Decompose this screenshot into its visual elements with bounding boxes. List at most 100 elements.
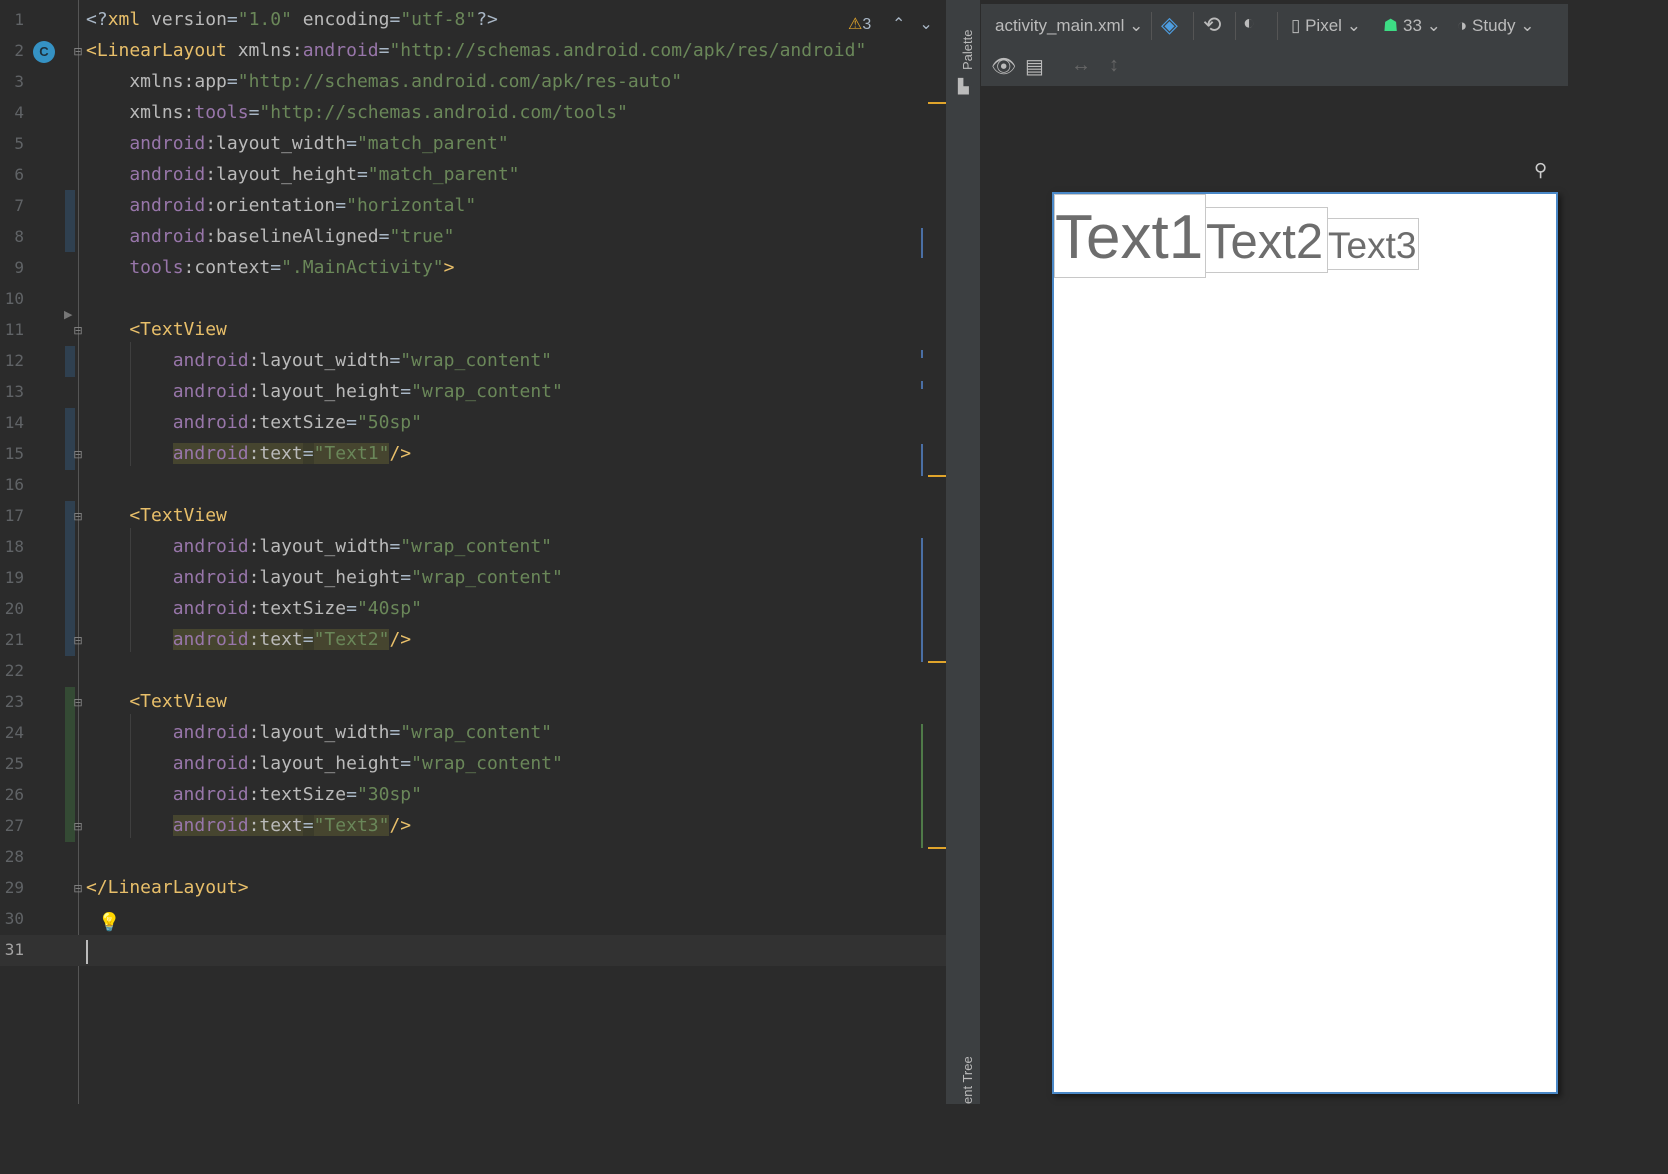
code-line[interactable]: 13 android:layout_height="wrap_content" — [0, 377, 946, 408]
lightbulb-icon[interactable]: 💡 — [98, 912, 120, 933]
line-number[interactable]: 28 — [0, 847, 24, 866]
fold-icon[interactable]: ⊟ — [72, 883, 84, 895]
fold-icon[interactable]: ⊟ — [72, 449, 84, 461]
layers-icon[interactable]: ◈ — [1161, 12, 1178, 38]
code-line[interactable]: 7 android:orientation="horizontal" — [0, 191, 946, 222]
code-line[interactable]: 31 — [0, 935, 946, 966]
line-number[interactable]: 12 — [0, 351, 24, 370]
device-selector[interactable]: ▯ Pixel ⌄ — [1291, 16, 1361, 36]
line-number[interactable]: 18 — [0, 537, 24, 556]
line-number[interactable]: 17 — [0, 506, 24, 525]
code-line[interactable]: 16 — [0, 470, 946, 501]
chevron-up-icon[interactable]: ⌃ — [892, 16, 919, 33]
device-preview[interactable]: Text1 Text2 Text3 — [1052, 192, 1558, 1094]
line-number[interactable]: 8 — [0, 227, 24, 246]
code-line[interactable]: 12 android:layout_width="wrap_content" — [0, 346, 946, 377]
code-line[interactable]: 28 — [0, 842, 946, 873]
line-number[interactable]: 29 — [0, 878, 24, 897]
change-marker[interactable] — [921, 381, 923, 389]
fold-icon[interactable]: ⊟ — [72, 821, 84, 833]
code-line[interactable]: 3 xmlns:app="http://schemas.android.com/… — [0, 67, 946, 98]
line-number[interactable]: 19 — [0, 568, 24, 587]
component-tree-tab[interactable]: ent Tree — [960, 1056, 975, 1104]
code-line[interactable]: 30 — [0, 904, 946, 935]
line-number[interactable]: 10 — [0, 289, 24, 308]
line-number[interactable]: 24 — [0, 723, 24, 742]
code-line[interactable]: 25 android:layout_height="wrap_content" — [0, 749, 946, 780]
run-arrow-icon[interactable]: ▶ — [64, 308, 72, 321]
line-number[interactable]: 7 — [0, 196, 24, 215]
code-line[interactable]: 11 <TextView — [0, 315, 946, 346]
api-level-selector[interactable]: ☗ 33 ⌄ — [1383, 16, 1441, 36]
code-line[interactable]: 18 android:layout_width="wrap_content" — [0, 532, 946, 563]
code-line[interactable]: 2 <LinearLayout xmlns:android="http://sch… — [0, 36, 946, 67]
code-line[interactable]: 19 android:layout_height="wrap_content" — [0, 563, 946, 594]
line-number[interactable]: 20 — [0, 599, 24, 618]
vcs-change-bar[interactable] — [65, 501, 75, 656]
line-number[interactable]: 31 — [0, 940, 24, 959]
textview-text3[interactable]: Text3 — [1327, 218, 1419, 270]
line-number[interactable]: 9 — [0, 258, 24, 277]
fold-icon[interactable]: ⊟ — [72, 635, 84, 647]
code-line[interactable]: 26 android:textSize="30sp" — [0, 780, 946, 811]
fold-icon[interactable]: ⊟ — [72, 46, 84, 58]
code-line[interactable]: 9 tools:context=".MainActivity"> — [0, 253, 946, 284]
code-line[interactable]: 22 — [0, 656, 946, 687]
line-number[interactable]: 26 — [0, 785, 24, 804]
vcs-change-bar[interactable] — [65, 687, 75, 842]
vcs-change-bar[interactable] — [65, 190, 75, 252]
change-marker[interactable] — [921, 228, 923, 258]
warning-marker[interactable] — [928, 661, 946, 663]
palette-icon[interactable]: ▙ — [958, 78, 969, 95]
night-mode-icon[interactable]: ◐ — [1243, 12, 1255, 35]
fold-icon[interactable]: ⊟ — [72, 697, 84, 709]
class-icon[interactable]: C — [33, 41, 55, 63]
code-line[interactable]: 20 android:textSize="40sp" — [0, 594, 946, 625]
code-line[interactable]: 8 android:baselineAligned="true" — [0, 222, 946, 253]
line-number[interactable]: 13 — [0, 382, 24, 401]
line-number[interactable]: 21 — [0, 630, 24, 649]
vertical-resize-icon[interactable]: ↕ — [1109, 54, 1119, 77]
code-line[interactable]: 15 android:text="Text1"/> — [0, 439, 946, 470]
fold-icon[interactable]: ⊟ — [72, 325, 84, 337]
line-number[interactable]: 5 — [0, 134, 24, 153]
line-number[interactable]: 15 — [0, 444, 24, 463]
warning-marker[interactable] — [928, 847, 946, 849]
code-line[interactable]: 1 <?xml version="1.0" encoding="utf-8"?> — [0, 5, 946, 36]
textview-text2[interactable]: Text2 — [1205, 207, 1328, 273]
line-number[interactable]: 30 — [0, 909, 24, 928]
code-line[interactable]: 5 android:layout_width="match_parent" — [0, 129, 946, 160]
code-line[interactable]: 4 xmlns:tools="http://schemas.android.co… — [0, 98, 946, 129]
warnings-indicator[interactable]: ⚠3 — [848, 14, 871, 34]
palette-tab[interactable]: Palette — [960, 30, 975, 70]
line-number[interactable]: 25 — [0, 754, 24, 773]
orientation-icon[interactable]: ⟲ — [1203, 12, 1221, 38]
line-number[interactable]: 3 — [0, 72, 24, 91]
fold-icon[interactable]: ⊟ — [72, 511, 84, 523]
code-line[interactable]: 6 android:layout_height="match_parent" — [0, 160, 946, 191]
file-selector[interactable]: activity_main.xml ⌄ — [995, 16, 1143, 36]
code-line[interactable]: 29 </LinearLayout> — [0, 873, 946, 904]
line-number[interactable]: 2 — [0, 41, 24, 60]
change-marker[interactable] — [921, 538, 923, 662]
line-number[interactable]: 4 — [0, 103, 24, 122]
code-line[interactable]: 24 android:layout_width="wrap_content" — [0, 718, 946, 749]
textview-text1[interactable]: Text1 — [1054, 194, 1206, 278]
warning-marker[interactable] — [928, 475, 946, 477]
line-number[interactable]: 11 — [0, 320, 24, 339]
line-number[interactable]: 14 — [0, 413, 24, 432]
line-number[interactable]: 27 — [0, 816, 24, 835]
line-number[interactable]: 22 — [0, 661, 24, 680]
code-line[interactable]: 10 — [0, 284, 946, 315]
code-line[interactable]: 23 <TextView — [0, 687, 946, 718]
code-line[interactable]: 17 <TextView — [0, 501, 946, 532]
code-line[interactable]: 21 android:text="Text2"/> — [0, 625, 946, 656]
line-number[interactable]: 6 — [0, 165, 24, 184]
change-marker[interactable] — [921, 444, 923, 476]
warning-marker[interactable] — [928, 102, 946, 104]
code-line[interactable]: 27 android:text="Text3"/> — [0, 811, 946, 842]
blueprint-icon[interactable]: ▤ — [1025, 54, 1044, 79]
change-marker[interactable] — [921, 350, 923, 358]
error-stripe[interactable] — [918, 0, 946, 1104]
code-line[interactable]: 14 android:textSize="50sp" — [0, 408, 946, 439]
